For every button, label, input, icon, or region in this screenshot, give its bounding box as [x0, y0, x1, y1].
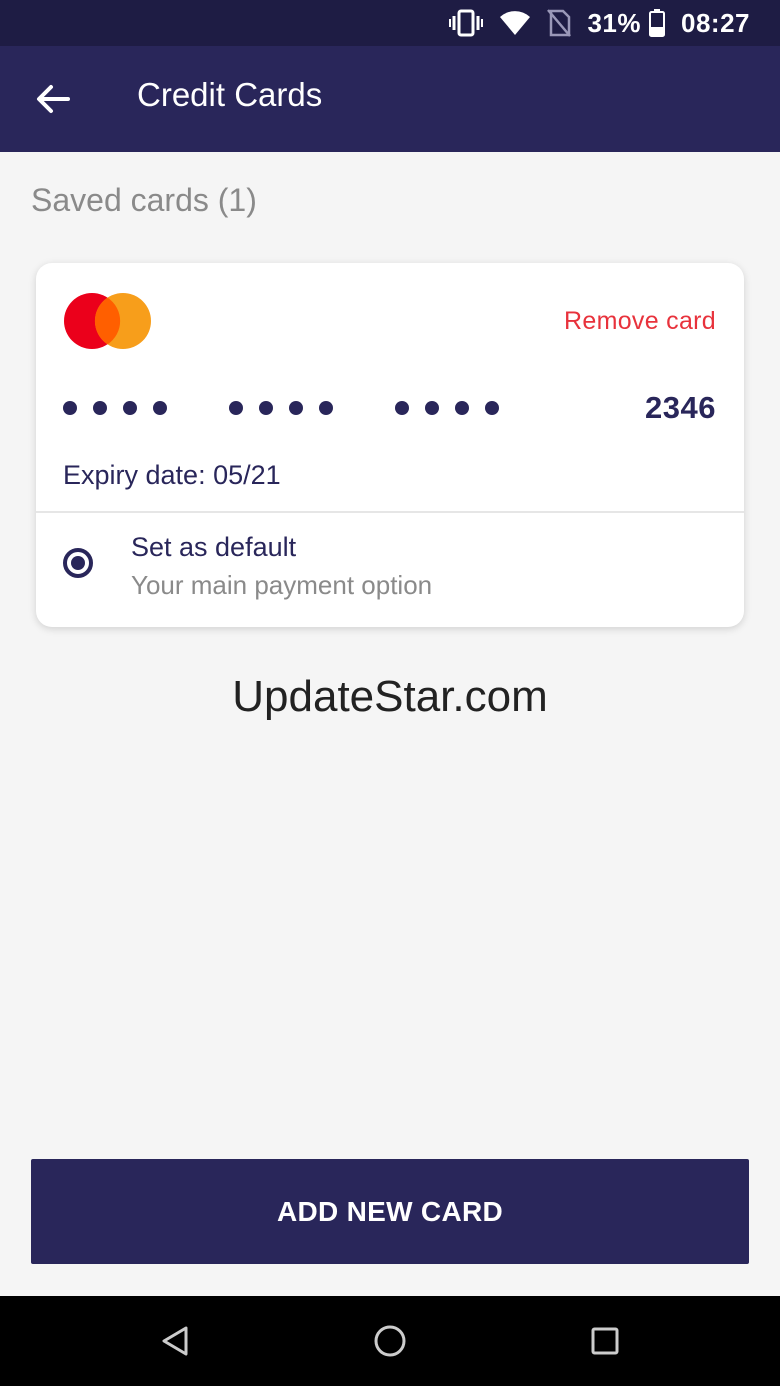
masked-digit: [395, 401, 409, 415]
default-radio[interactable]: [63, 548, 93, 578]
masked-digit: [259, 401, 273, 415]
masked-digit: [123, 401, 137, 415]
arrow-left-icon: [37, 85, 70, 113]
system-nav-bar: [0, 1296, 780, 1386]
masked-digits-group: [63, 401, 183, 415]
masked-digit: [229, 401, 243, 415]
mastercard-logo: [64, 293, 151, 349]
nav-home-icon: [374, 1325, 406, 1357]
back-button[interactable]: [26, 73, 80, 125]
nav-recents-icon: [591, 1327, 619, 1355]
masked-digit: [319, 401, 333, 415]
status-bar: 31% 08:27: [0, 0, 780, 46]
battery-icon: [649, 9, 665, 37]
battery-percent: 31%: [587, 7, 641, 38]
nav-recents-button[interactable]: [582, 1318, 628, 1364]
card-divider: [36, 511, 744, 513]
app-bar: Credit Cards: [0, 46, 780, 152]
card-expiry: Expiry date: 05/21: [63, 460, 281, 490]
watermark-text: UpdateStar.com: [232, 672, 548, 721]
no-sim-icon: [547, 9, 572, 37]
set-default-description: Your main payment option: [131, 570, 433, 600]
masked-digit: [425, 401, 439, 415]
masked-digit: [153, 401, 167, 415]
nav-back-button[interactable]: [152, 1318, 198, 1364]
clock: 08:27: [681, 7, 750, 38]
masked-digit: [289, 401, 303, 415]
vibrate-icon: [449, 9, 484, 37]
masked-digit: [93, 401, 107, 415]
card-last-four: 2346: [645, 390, 716, 425]
page-title: Credit Cards: [137, 76, 323, 113]
radio-selected-indicator: [71, 556, 85, 570]
set-default-label[interactable]: Set as default: [131, 532, 296, 563]
masked-digits-group: [229, 401, 349, 415]
add-new-card-button[interactable]: ADD NEW CARD: [31, 1159, 749, 1264]
nav-back-icon: [162, 1326, 188, 1356]
masked-digit: [455, 401, 469, 415]
masked-digit: [63, 401, 77, 415]
masked-digits-group: [395, 401, 515, 415]
saved-card: Remove card 2346 Expiry date: 05/21 Set …: [36, 263, 744, 627]
masked-digit: [485, 401, 499, 415]
remove-card-button[interactable]: Remove card: [564, 307, 716, 336]
nav-home-button[interactable]: [367, 1318, 413, 1364]
wifi-icon: [499, 10, 531, 36]
masked-card-number: [63, 401, 561, 415]
saved-cards-heading: Saved cards (1): [31, 182, 257, 218]
